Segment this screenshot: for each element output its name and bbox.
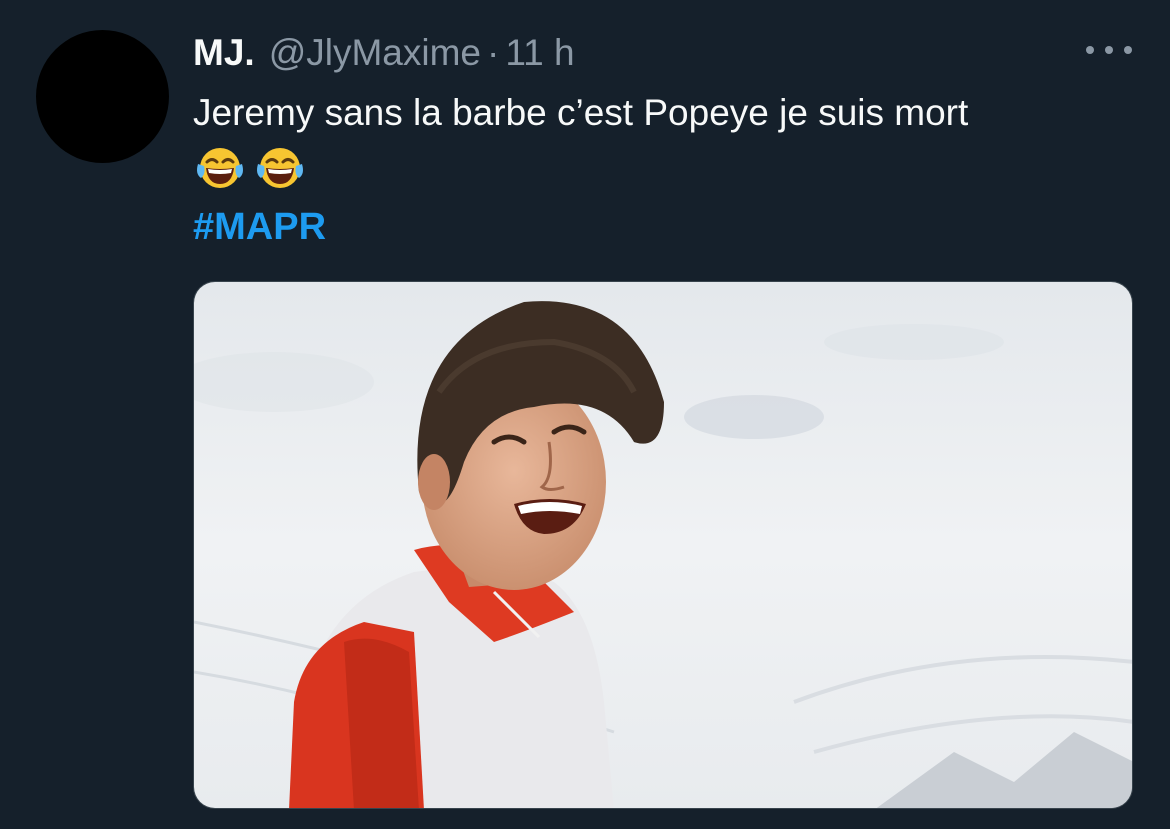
user-handle[interactable]: @JlyMaxime [269, 32, 481, 74]
more-dot [1124, 46, 1132, 54]
tweet-text: Jeremy sans la barbe c’est Popeye je sui… [193, 92, 969, 133]
timestamp[interactable]: 11 h [505, 32, 574, 74]
face-with-tears-of-joy-icon [257, 148, 303, 188]
emoji-line [195, 146, 305, 190]
tweet-media-image[interactable] [193, 281, 1133, 809]
avatar[interactable] [36, 30, 169, 163]
more-options-icon[interactable] [1086, 30, 1132, 70]
display-name[interactable]: MJ. [193, 32, 255, 74]
hashtag-link[interactable]: #MAPR [193, 202, 326, 252]
more-dot [1105, 46, 1113, 54]
tweet[interactable]: MJ. @JlyMaxime · 11 h Jeremy sans la bar… [0, 0, 1170, 829]
separator-dot: · [487, 32, 500, 73]
face-with-tears-of-joy-icon [197, 148, 243, 188]
media-illustration [194, 282, 1132, 808]
more-dot [1086, 46, 1094, 54]
tweet-header: MJ. @JlyMaxime · 11 h [193, 28, 575, 78]
